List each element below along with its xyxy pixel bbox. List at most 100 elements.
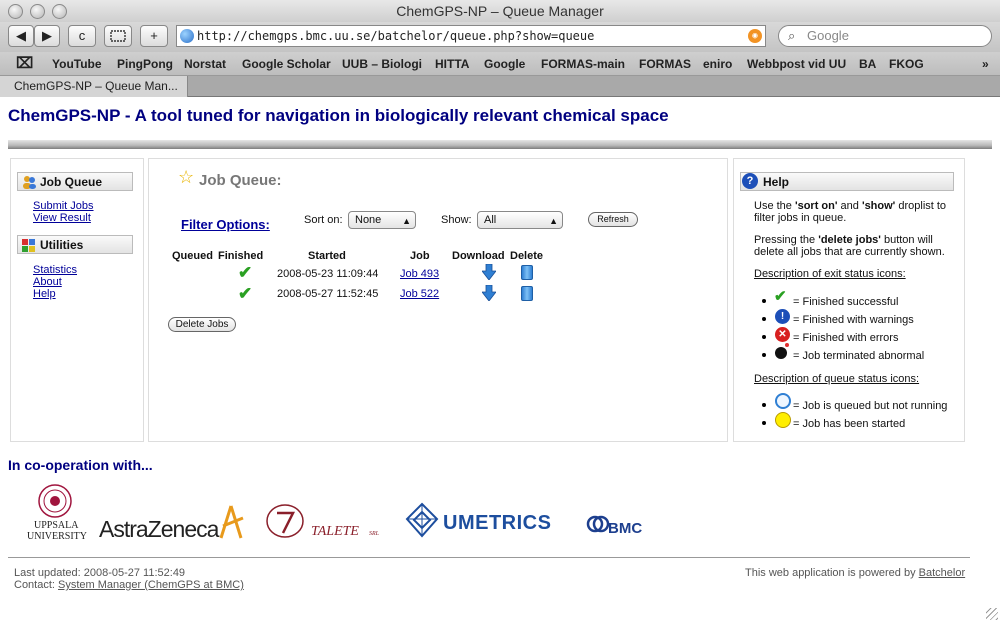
search-field[interactable]: ⌕ Google bbox=[778, 25, 992, 47]
bullet bbox=[762, 335, 766, 339]
bookmarks-bar: ⌧ YouTube PingPong Norstat Google Schola… bbox=[0, 52, 1000, 76]
help-text-emphasis: 'sort on' bbox=[794, 200, 838, 212]
queue-legend-item: = Job is queued but not running bbox=[793, 400, 948, 412]
queue-status-heading: Description of queue status icons: bbox=[754, 373, 920, 385]
contact-link[interactable]: System Manager (ChemGPS at BMC) bbox=[58, 579, 244, 591]
sidebar-link-about[interactable]: About bbox=[33, 276, 62, 288]
success-check-icon: ✔ bbox=[774, 288, 787, 305]
bookmark-item[interactable]: UUB – Biologi bbox=[342, 57, 422, 71]
bmc-logo[interactable]: BMC bbox=[586, 512, 656, 542]
column-header-started: Started bbox=[308, 250, 346, 262]
exit-legend-item: = Finished with errors bbox=[793, 332, 899, 344]
umetrics-logo[interactable]: UMETRICS bbox=[405, 502, 565, 542]
bullet bbox=[762, 317, 766, 321]
sidebar-link-view-result[interactable]: View Result bbox=[33, 212, 91, 224]
download-arrow-icon[interactable] bbox=[482, 264, 496, 280]
back-arrow-icon: ◀ bbox=[16, 28, 26, 43]
talete-text: TALETE bbox=[311, 524, 359, 539]
utilities-heading-label: Utilities bbox=[40, 238, 84, 252]
talete-emblem-icon bbox=[266, 504, 304, 538]
job-queue-title: Job Queue: bbox=[199, 172, 282, 189]
batchelor-link[interactable]: Batchelor bbox=[919, 567, 965, 579]
utilities-heading: Utilities bbox=[17, 235, 133, 254]
error-x-icon: ✕ bbox=[775, 327, 790, 342]
bookmark-item[interactable]: Google bbox=[484, 57, 525, 71]
talete-logo[interactable]: TALETE SRL bbox=[265, 503, 385, 543]
job-queue-heading-label: Job Queue bbox=[40, 175, 103, 189]
column-header-download: Download bbox=[452, 250, 505, 262]
bookmark-item[interactable]: Norstat bbox=[184, 57, 226, 71]
snapback-button[interactable] bbox=[104, 25, 132, 47]
job-link[interactable]: Job 522 bbox=[400, 288, 439, 300]
rss-icon[interactable]: ◉ bbox=[748, 29, 762, 43]
bookmark-item[interactable]: Webbpost vid UU bbox=[747, 57, 846, 71]
bookmark-item[interactable]: HITTA bbox=[435, 57, 469, 71]
delete-trash-icon[interactable] bbox=[521, 265, 533, 280]
help-text-emphasis: 'delete jobs' bbox=[818, 234, 881, 246]
bookmark-item[interactable]: YouTube bbox=[52, 57, 102, 71]
bookmark-item[interactable]: PingPong bbox=[117, 57, 173, 71]
address-bar[interactable]: http://chemgps.bmc.uu.se/batchelor/queue… bbox=[176, 25, 766, 47]
bookmark-item[interactable]: BA bbox=[859, 57, 876, 71]
bookmark-item[interactable]: eniro bbox=[703, 57, 732, 71]
clock-icon bbox=[775, 393, 791, 409]
exit-status-heading: Description of exit status icons: bbox=[754, 268, 906, 280]
refresh-button[interactable]: Refresh bbox=[588, 212, 638, 227]
bookmark-item[interactable]: Google Scholar bbox=[242, 57, 331, 71]
add-bookmark-button[interactable]: + bbox=[140, 25, 168, 47]
tab-queue-manager[interactable]: ChemGPS-NP – Queue Man... bbox=[0, 76, 188, 97]
column-header-finished: Finished bbox=[218, 250, 264, 262]
tab-bar: ChemGPS-NP – Queue Man... bbox=[0, 76, 1000, 97]
bookmark-item[interactable]: FORMAS bbox=[639, 57, 691, 71]
sidebar-link-submit-jobs[interactable]: Submit Jobs bbox=[33, 200, 94, 212]
uppsala-text-1: UPPSALA bbox=[34, 520, 79, 531]
column-header-queued: Queued bbox=[172, 250, 213, 262]
select-arrows-icon: ▲ bbox=[549, 216, 558, 226]
job-link[interactable]: Job 493 bbox=[400, 268, 439, 280]
job-queue-heading: Job Queue bbox=[17, 172, 133, 191]
help-text: droplist to bbox=[895, 200, 947, 212]
started-time: 2008-05-27 11:52:45 bbox=[277, 288, 379, 300]
snapback-icon bbox=[110, 30, 126, 42]
show-select[interactable]: All ▲ bbox=[477, 211, 563, 229]
uppsala-logo[interactable]: UPPSALA UNIVERSITY bbox=[26, 484, 88, 544]
contact-line: Contact: System Manager (ChemGPS at BMC) bbox=[14, 579, 244, 591]
delete-jobs-button[interactable]: Delete Jobs bbox=[168, 317, 236, 332]
sidebar-link-help[interactable]: Help bbox=[33, 288, 56, 300]
bookmark-item[interactable]: FKOG bbox=[889, 57, 924, 71]
close-window-button[interactable] bbox=[8, 4, 23, 19]
help-text: Use the bbox=[754, 200, 795, 212]
column-header-delete: Delete bbox=[510, 250, 544, 262]
main-panel bbox=[148, 158, 728, 442]
book-icon[interactable]: ⌧ bbox=[16, 54, 33, 72]
overflow-chevron-icon[interactable]: » bbox=[982, 57, 989, 71]
site-banner-title: ChemGPS-NP - A tool tuned for navigation… bbox=[8, 106, 669, 125]
bomb-icon bbox=[775, 347, 787, 359]
astrazeneca-logo[interactable]: AstraZeneca bbox=[99, 504, 249, 544]
forward-button[interactable]: ▶ bbox=[34, 25, 60, 47]
delete-trash-icon[interactable] bbox=[521, 286, 533, 301]
sidebar-link-statistics[interactable]: Statistics bbox=[33, 264, 77, 276]
umetrics-emblem-icon bbox=[405, 502, 439, 538]
reload-button[interactable]: c bbox=[68, 25, 96, 47]
exit-legend-item: = Finished with warnings bbox=[793, 314, 914, 326]
download-arrow-icon[interactable] bbox=[482, 285, 496, 301]
globe-icon bbox=[180, 29, 194, 43]
minimize-window-button[interactable] bbox=[30, 4, 45, 19]
bmc-emblem-icon bbox=[586, 515, 610, 533]
bullet bbox=[762, 353, 766, 357]
back-button[interactable]: ◀ bbox=[8, 25, 34, 47]
resize-grip-icon[interactable] bbox=[986, 608, 998, 620]
astrazeneca-text: AstraZeneca bbox=[99, 516, 219, 542]
warning-info-icon: ! bbox=[775, 309, 790, 324]
sort-on-select[interactable]: None ▲ bbox=[348, 211, 416, 229]
bullet bbox=[762, 403, 766, 407]
uppsala-seal-icon bbox=[38, 484, 72, 518]
address-url: http://chemgps.bmc.uu.se/batchelor/queue… bbox=[197, 29, 595, 43]
powered-by-line: This web application is powered by Batch… bbox=[745, 567, 965, 579]
bookmark-item[interactable]: FORMAS-main bbox=[541, 57, 625, 71]
zoom-window-button[interactable] bbox=[52, 4, 67, 19]
finished-check-icon: ✔ bbox=[238, 263, 253, 282]
window-titlebar: ChemGPS-NP – Queue Manager bbox=[0, 0, 1000, 22]
bullet bbox=[762, 421, 766, 425]
